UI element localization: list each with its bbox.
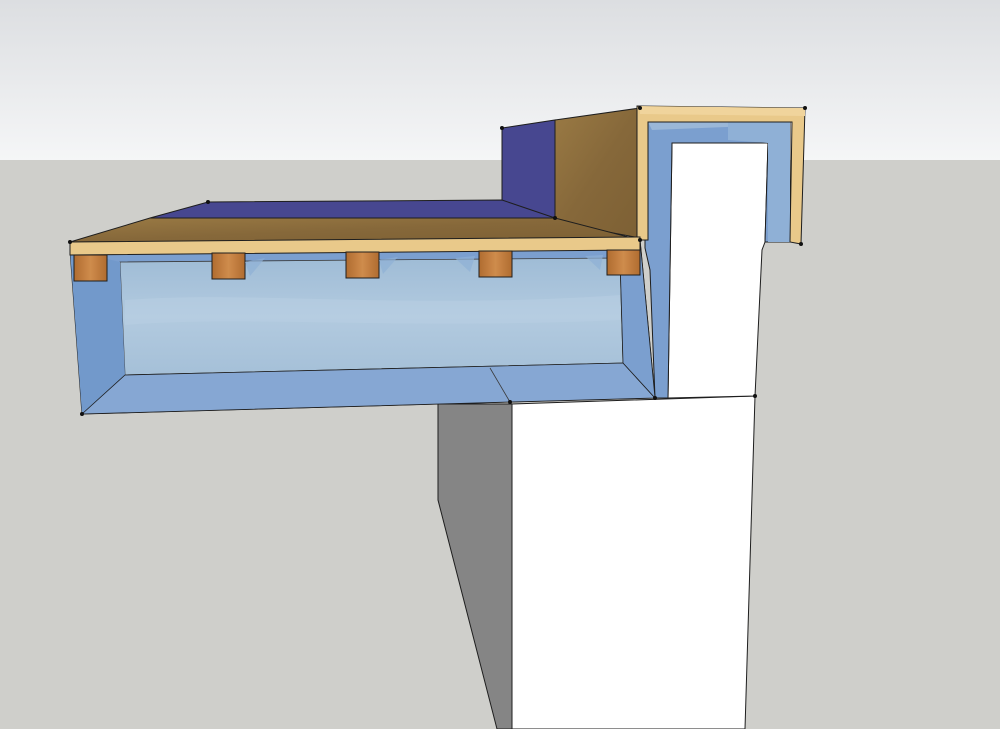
joist-4 (478, 250, 513, 278)
joist-2 (211, 252, 246, 280)
joist-1 (73, 254, 108, 282)
sky-background (0, 0, 1000, 160)
parapet-osb-face (554, 107, 641, 239)
parapet-wall-face (667, 142, 769, 399)
roof-edge-3d-section (0, 0, 1000, 729)
joist-5 (606, 249, 641, 276)
joist-3 (345, 251, 380, 279)
wall-front-face (511, 395, 756, 729)
roof-membrane-top (149, 199, 556, 219)
